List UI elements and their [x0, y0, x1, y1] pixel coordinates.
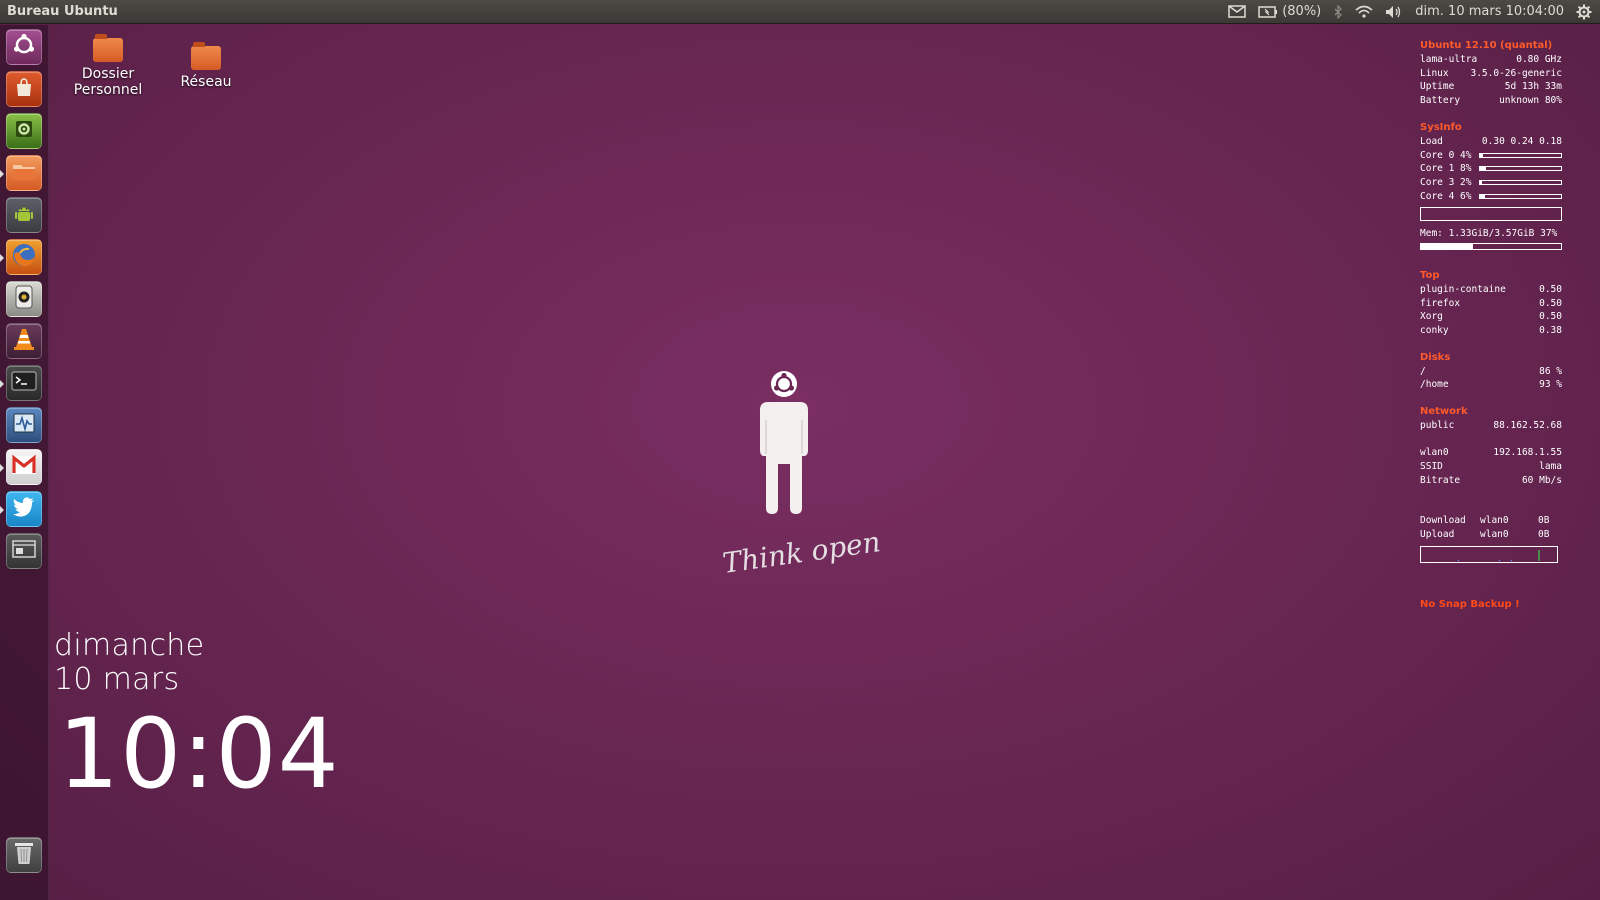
system-settings-button[interactable]	[6, 113, 42, 149]
speaker-icon	[14, 285, 34, 313]
conky-row: lama-ultra 0.80 GHz	[1420, 54, 1562, 65]
core-usage-bar	[1479, 193, 1562, 199]
terminal-icon	[11, 371, 37, 395]
core-usage-bar	[1479, 152, 1562, 158]
system-monitor-button[interactable]	[6, 407, 42, 443]
workspace-icon	[12, 539, 36, 563]
wifi-icon[interactable]	[1355, 5, 1373, 18]
window-title: Bureau Ubuntu	[7, 4, 118, 19]
dash-home-button[interactable]	[6, 29, 42, 65]
workspace-switcher-button[interactable]	[6, 533, 42, 569]
trash-icon	[13, 840, 35, 870]
twitter-button[interactable]	[6, 491, 42, 527]
network-row: SSID lama	[1420, 461, 1562, 473]
top-panel: Bureau Ubuntu (80%) dim. 10 mars 10:04:0…	[0, 0, 1600, 24]
network-row: wlan0 192.168.1.55	[1420, 447, 1562, 459]
conky-system-title: Ubuntu 12.10 (quantal)	[1420, 40, 1553, 51]
conky-network-title: Network	[1420, 406, 1468, 417]
indicator-area: (80%) dim. 10 mars 10:04:00	[1228, 4, 1600, 20]
bluetooth-icon[interactable]	[1333, 4, 1343, 19]
traffic-row: Download wlan0 0B	[1420, 515, 1550, 527]
conky-row: Uptime 5d 13h 33m	[1420, 81, 1562, 93]
running-indicator	[0, 254, 4, 262]
conky-disks-title: Disks	[1420, 351, 1451, 363]
cpu-graph	[1420, 207, 1562, 222]
network-graph	[1420, 545, 1558, 563]
traffic-row: Upload wlan0 0B	[1420, 529, 1550, 541]
network-row: public 88.162.52.68	[1420, 420, 1562, 431]
conky-load-row: Load 0.30 0.24 0.18	[1420, 135, 1562, 147]
trash-button[interactable]	[6, 837, 42, 873]
core-usage-row: Core 0 4%	[1420, 148, 1562, 162]
software-center-button[interactable]	[6, 71, 42, 107]
gmail-button[interactable]	[6, 449, 42, 485]
conky-mem-row: Mem: 1.33GiB/3.57GiB 37%	[1420, 228, 1558, 240]
mail-icon[interactable]	[1228, 5, 1246, 18]
gmail-icon	[11, 454, 37, 480]
firefox-button[interactable]	[6, 239, 42, 275]
running-indicator	[0, 170, 4, 178]
core-usage-row: Core 1 8%	[1420, 162, 1562, 176]
snap-backup-warning: No Snap Backup !	[1420, 598, 1520, 610]
desktop-icon-label: Personnel	[73, 82, 143, 98]
android-icon	[12, 201, 36, 229]
running-indicator	[0, 380, 4, 388]
network-folder-icon	[191, 42, 221, 70]
desktop-icon-home[interactable]: Dossier Personnel	[70, 34, 146, 98]
android-button[interactable]	[6, 197, 42, 233]
battery-icon	[1258, 5, 1278, 18]
shopping-bag-icon	[13, 76, 35, 102]
core-usage-row: Core 4 6%	[1420, 190, 1562, 204]
settings-icon	[13, 118, 35, 144]
ubuntu-logo-icon	[12, 33, 36, 61]
vlc-button[interactable]	[6, 323, 42, 359]
gear-icon[interactable]	[1576, 4, 1592, 20]
conky-sysinfo-title: SysInfo	[1420, 121, 1462, 133]
running-indicator	[0, 506, 4, 514]
running-indicator	[0, 464, 4, 472]
clock-time: 10:04	[58, 698, 340, 810]
disk-row: /86 %	[1420, 365, 1562, 377]
battery-percent: (80%)	[1282, 4, 1322, 19]
disk-row: /home 93 %	[1420, 379, 1562, 391]
folder-icon	[12, 161, 36, 185]
tagline: Think open	[720, 525, 883, 580]
core-usage-row: Core 3 2%	[1420, 176, 1562, 190]
monitor-icon	[12, 412, 36, 438]
ubuntu-figure-logo	[750, 368, 818, 522]
firefox-icon	[11, 242, 37, 272]
core-usage-bar	[1479, 166, 1562, 172]
network-row: Bitrate 60 Mb/s	[1420, 474, 1562, 486]
terminal-button[interactable]	[6, 365, 42, 401]
process-row: Xorg 0.50	[1420, 311, 1562, 323]
twitter-icon	[12, 496, 36, 522]
rhythmbox-button[interactable]	[6, 281, 42, 317]
desktop-icon-network[interactable]: Réseau	[176, 42, 236, 90]
process-row: conky 0.38	[1420, 324, 1562, 336]
files-button[interactable]	[6, 155, 42, 191]
conky-row: Linux 3.5.0-26-generic	[1420, 67, 1562, 79]
memory-bar	[1420, 242, 1562, 250]
desktop-icon-label: Réseau	[180, 74, 232, 90]
launcher	[0, 25, 49, 900]
conky-top-title: Top	[1420, 269, 1440, 281]
clock-indicator[interactable]: dim. 10 mars 10:04:00	[1415, 4, 1564, 19]
process-row: firefox 0.50	[1420, 297, 1562, 309]
volume-icon[interactable]	[1385, 5, 1403, 19]
vlc-cone-icon	[12, 327, 36, 355]
conky-row: Battery unknown 80%	[1420, 95, 1562, 107]
battery-indicator[interactable]: (80%)	[1258, 4, 1321, 19]
clock-date: 10 mars	[54, 662, 180, 697]
home-folder-icon	[93, 34, 123, 62]
process-row: plugin-containe 0.50	[1420, 283, 1562, 295]
desktop-icon-label: Dossier	[81, 66, 135, 82]
conky-panel: Ubuntu 12.10 (quantal) lama-ultra 0.80 GH…	[1420, 40, 1562, 610]
core-usage-bar	[1479, 180, 1562, 186]
clock-day: dimanche	[54, 628, 205, 663]
